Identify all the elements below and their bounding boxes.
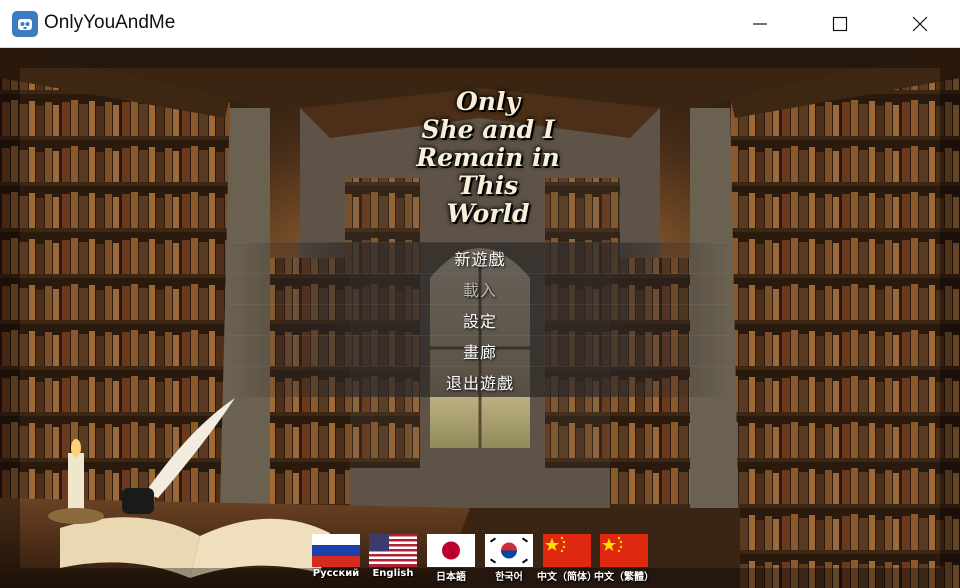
language-label: English — [372, 568, 414, 579]
language-japanese-button[interactable]: 日本語 — [427, 534, 475, 583]
game-logo: Only She and I Remain in This World — [413, 78, 563, 228]
menu-item-label: 載入 — [462, 281, 497, 300]
language-english-button[interactable]: English — [369, 534, 417, 582]
settings-button[interactable]: 設定 — [230, 304, 730, 335]
china-flag-icon — [600, 534, 648, 567]
korea-flag-icon — [485, 534, 533, 567]
language-label: 中文（繁體） — [594, 572, 654, 583]
usa-flag-icon — [369, 534, 417, 567]
minimize-icon — [753, 23, 767, 25]
japan-flag-icon — [427, 534, 475, 567]
quit-game-button[interactable]: 退出遊戲 — [230, 366, 730, 397]
menu-item-label: 設定 — [462, 312, 497, 331]
logo-line: She and I — [421, 115, 555, 144]
china-flag-icon — [543, 534, 591, 567]
game-viewport[interactable]: Only She and I Remain in This World 新遊戲 … — [0, 48, 960, 588]
main-menu: 新遊戲 載入 設定 畫廊 退出遊戲 — [230, 242, 730, 397]
language-label: 中文（简体） — [537, 572, 597, 583]
maximize-button[interactable] — [800, 0, 880, 48]
language-chinese-simplified-button[interactable]: 中文（简体） — [537, 534, 597, 583]
language-russian-button[interactable]: Русский — [312, 534, 360, 582]
minimize-button[interactable] — [720, 0, 800, 48]
logo-line: Only — [456, 87, 520, 116]
gallery-button[interactable]: 畫廊 — [230, 335, 730, 366]
menu-item-label: 新遊戲 — [454, 250, 506, 269]
maximize-icon — [832, 16, 848, 32]
window-title-bar[interactable]: OnlyYouAndMe — [0, 0, 960, 48]
new-game-button[interactable]: 新遊戲 — [230, 242, 730, 273]
language-label: 日本語 — [436, 572, 466, 583]
load-button[interactable]: 載入 — [230, 273, 730, 304]
language-korean-button[interactable]: 한국어 — [485, 534, 533, 583]
window-title: OnlyYouAndMe — [44, 12, 176, 33]
menu-item-label: 退出遊戲 — [445, 374, 514, 393]
language-label: Русский — [312, 568, 360, 579]
logo-line: This World — [446, 171, 530, 228]
language-chinese-traditional-button[interactable]: 中文（繁體） — [594, 534, 654, 583]
menu-item-label: 畫廊 — [462, 343, 497, 362]
language-selector: Русский English 日本語 한국어 中文（简体） 中文（繁體） — [310, 534, 662, 584]
godot-icon — [12, 11, 38, 37]
russia-flag-icon — [312, 534, 360, 567]
close-icon — [912, 16, 928, 32]
logo-line: Remain in — [416, 143, 560, 172]
language-label: 한국어 — [495, 572, 523, 583]
close-button[interactable] — [880, 0, 960, 48]
